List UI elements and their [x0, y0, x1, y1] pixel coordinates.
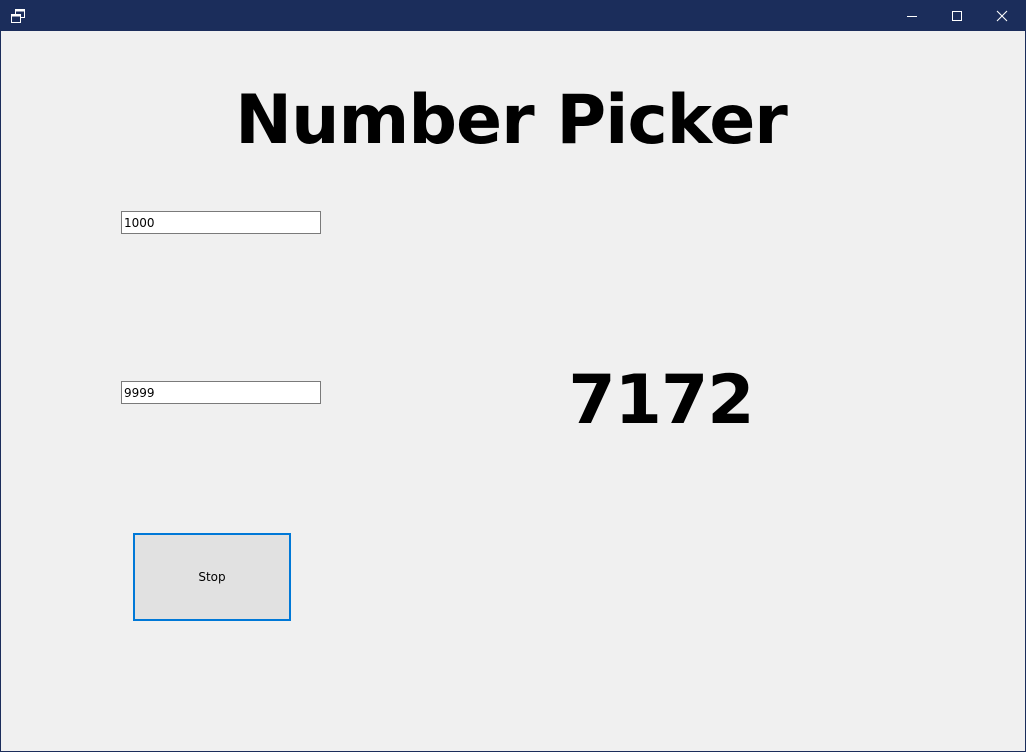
- max-value-input[interactable]: [121, 381, 321, 404]
- maximize-icon: [951, 7, 963, 26]
- client-area: Number Picker 7172 Stop: [1, 31, 1025, 751]
- close-icon: [996, 7, 1008, 26]
- page-title: Number Picker: [235, 81, 788, 160]
- app-window: Number Picker 7172 Stop: [0, 0, 1026, 752]
- maximize-button[interactable]: [934, 1, 980, 31]
- result-number: 7172: [568, 361, 754, 440]
- close-button[interactable]: [979, 1, 1025, 31]
- stop-button[interactable]: Stop: [133, 533, 291, 621]
- min-value-input[interactable]: [121, 211, 321, 234]
- app-icon[interactable]: [10, 8, 26, 24]
- title-bar[interactable]: [1, 1, 1025, 31]
- minimize-icon: [906, 7, 918, 26]
- minimize-button[interactable]: [889, 1, 935, 31]
- stop-button-label: Stop: [198, 570, 226, 584]
